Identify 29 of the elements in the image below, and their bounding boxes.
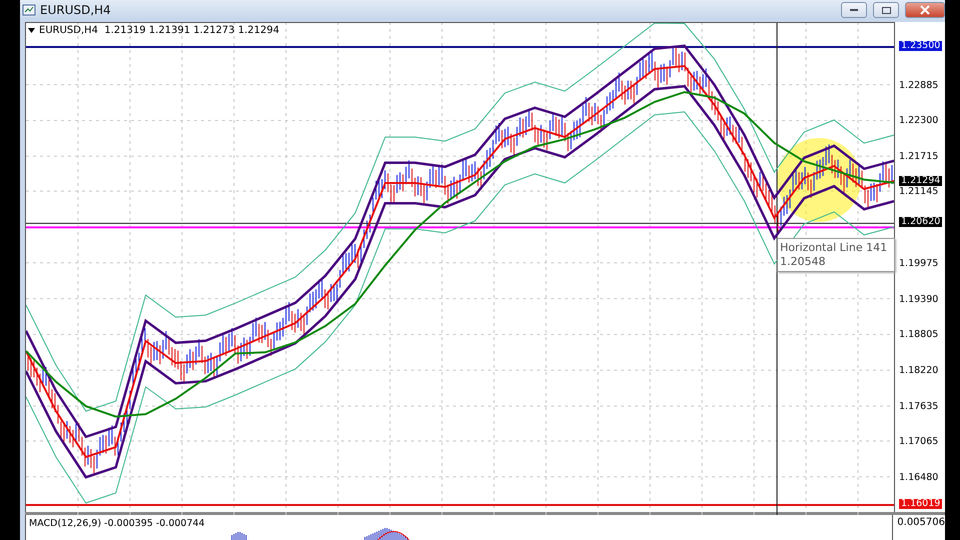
price-label: 1.20620 (899, 217, 942, 228)
restore-button[interactable] (873, 2, 899, 18)
minimize-button[interactable] (841, 2, 867, 18)
price-tick: 1.22300 (899, 116, 938, 126)
restore-icon (882, 6, 890, 14)
price-tick: 1.21145 (899, 187, 938, 198)
close-icon (920, 5, 930, 15)
price-label: 1.23500 (899, 40, 942, 51)
macd-label: MACD(12,26,9) -0.000395 -0.000744 (29, 518, 205, 529)
price-tick: 1.17065 (899, 436, 938, 447)
minimize-icon (850, 9, 858, 11)
price-tick: 1.22885 (899, 80, 938, 91)
tooltip-value: 1.20548 (780, 255, 826, 269)
tooltip-title: Horizontal Line 141 (780, 241, 888, 255)
chart-header: EURUSD,H4 1.21319 1.21391 1.21273 1.21294 (39, 25, 280, 36)
macd-axis-label: 0.005706 (896, 516, 945, 530)
price-tick: 1.16480 (899, 472, 938, 483)
chart-window-icon (22, 3, 36, 17)
window-title: EURUSD,H4 (40, 3, 112, 17)
close-button[interactable] (905, 2, 945, 18)
price-label: 1.21294 (899, 176, 942, 186)
price-tick: 1.19390 (899, 294, 938, 305)
price-tick: 1.17635 (899, 402, 938, 412)
dropdown-icon[interactable] (28, 28, 35, 33)
price-tick: 1.21715 (899, 152, 938, 162)
price-tick: 1.19975 (899, 258, 938, 269)
price-tick: 1.18805 (899, 330, 938, 340)
price-tick: 1.18220 (899, 366, 938, 376)
price-label: 1.16019 (899, 499, 942, 510)
